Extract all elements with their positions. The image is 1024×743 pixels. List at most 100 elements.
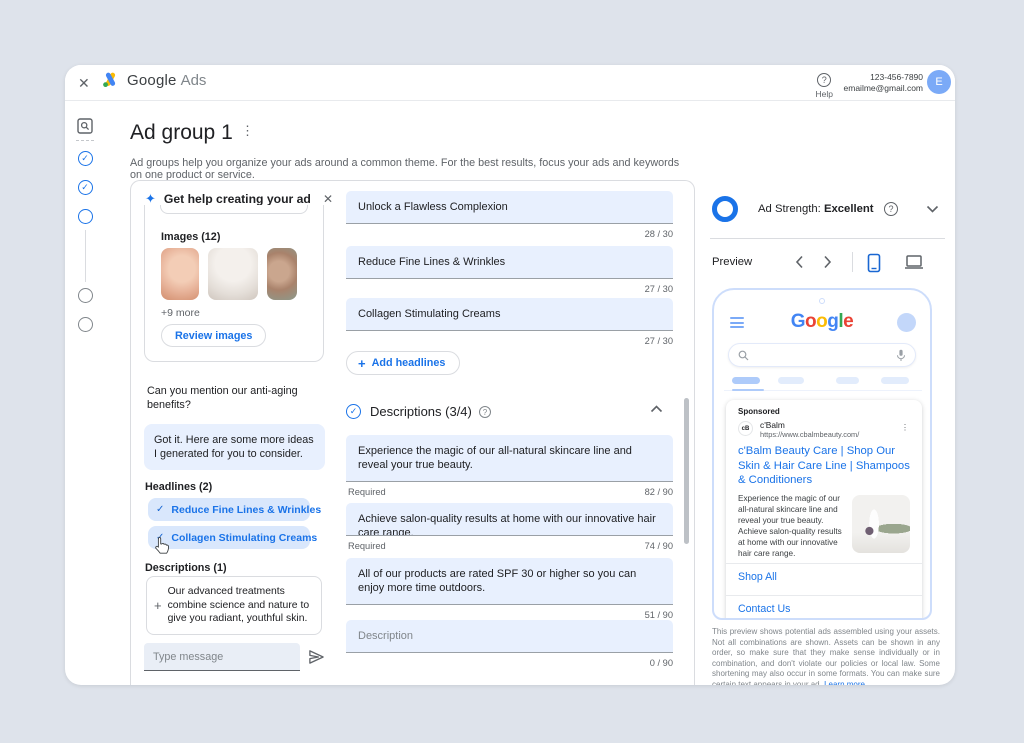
ad-kebab-icon[interactable]: ⋮ (901, 423, 910, 432)
help-label: Help (816, 89, 833, 99)
close-icon[interactable]: ✕ (78, 74, 90, 92)
headline-suggestion-chip[interactable]: ✓ Collagen Stimulating Creams (148, 526, 310, 549)
sitelink-shop-all[interactable]: Shop All (738, 564, 910, 589)
tab-pill (836, 377, 859, 384)
headline-input-3[interactable]: Collagen Stimulating Creams (346, 298, 673, 331)
phone-preview-mockup: Google Sponsored cB c'B (712, 288, 932, 620)
stepper-connector (85, 230, 86, 282)
page-title-kebab-icon[interactable]: ⋮ (241, 123, 255, 139)
panel-divider (710, 238, 945, 239)
brand-suffix: Ads (181, 72, 207, 89)
image-thumbnail[interactable] (208, 248, 258, 300)
ad-body-row: Experience the magic of our all-natural … (738, 493, 910, 557)
account-phone: 123-456-7890 (844, 72, 923, 83)
ad-form-column: Unlock a Flawless Complexion 28 / 30 Red… (346, 181, 676, 685)
search-icon (738, 350, 749, 361)
form-scrollbar[interactable] (684, 398, 689, 544)
preview-label: Preview (712, 256, 752, 268)
preview-next-chevron-icon[interactable] (823, 255, 832, 269)
preview-disclaimer: This preview shows potential ads assembl… (712, 627, 940, 685)
ad-strength-help-icon[interactable]: ? (884, 202, 898, 216)
description-input-1[interactable]: Experience the magic of our all-natural … (346, 435, 673, 482)
scrolled-card-fragment (160, 205, 308, 214)
user-chat-message: Can you mention our anti-aging benefits? (147, 384, 317, 412)
images-count-label: Images (12) (161, 231, 220, 243)
step-1-complete[interactable]: ✓ (73, 151, 97, 166)
headline-suggestion-chip[interactable]: ✓ Reduce Fine Lines & Wrinkles (148, 498, 310, 521)
account-email: emailme@gmail.com (844, 83, 923, 94)
image-thumbnail[interactable] (267, 248, 297, 300)
description-4-counter: 0 / 90 (346, 658, 673, 668)
step-5-todo[interactable] (73, 317, 97, 332)
stepper-dashed-divider (76, 140, 94, 141)
desktop-preview-icon[interactable] (904, 254, 924, 270)
more-images-label: +9 more (161, 307, 200, 319)
image-thumbnail[interactable] (161, 248, 199, 300)
tab-pill (881, 377, 909, 384)
advertiser-row: cB c'Balm https://www.cbalmbeauty.com/ ⋮ (738, 421, 910, 438)
plus-icon: + (154, 598, 162, 613)
page-title: Ad group 1 (130, 121, 233, 145)
mobile-preview-icon[interactable] (867, 253, 881, 273)
advertiser-name: c'Balm (760, 420, 785, 430)
headline-1-counter: 28 / 30 (346, 229, 673, 239)
preview-prev-chevron-icon[interactable] (795, 255, 804, 269)
description-3-counter: 51 / 90 (346, 610, 673, 620)
tab-pill (778, 377, 804, 384)
chat-input-row (144, 643, 330, 671)
microphone-icon (896, 349, 906, 362)
assistant-title: Get help creating your ad (164, 192, 323, 206)
google-ads-logo-icon (101, 71, 120, 89)
add-headlines-button[interactable]: + Add headlines (346, 351, 460, 375)
review-images-button[interactable]: Review images (161, 324, 266, 347)
sponsored-label: Sponsored (738, 407, 910, 416)
descriptions-help-icon[interactable]: ? (479, 406, 491, 418)
stepper-rail: ✓ ✓ (73, 101, 97, 332)
description-2-counter: 74 / 90 (346, 541, 673, 551)
collapse-chevron-up-icon[interactable] (650, 405, 663, 413)
step-2-complete[interactable]: ✓ (73, 180, 97, 195)
description-suggestion-chip[interactable]: + Our advanced treatments combine scienc… (146, 576, 322, 635)
advertiser-url: https://www.cbalmbeauty.com/ (760, 430, 859, 439)
ad-headline-link[interactable]: c'Balm Beauty Care | Shop Our Skin & Hai… (738, 444, 910, 488)
suggested-descriptions-label: Descriptions (1) (145, 562, 227, 574)
plus-icon: + (358, 356, 366, 371)
brand-name: Google (127, 72, 177, 89)
ad-strength-ring-icon (712, 196, 738, 222)
descriptions-section-header: ✓ Descriptions (3/4) ? (346, 403, 673, 423)
ai-assistant-panel: ✦ Get help creating your ad ✕ Images (12… (131, 181, 343, 685)
step-4-todo[interactable] (73, 288, 97, 303)
page-subtitle: Ad groups help you organize your ads aro… (130, 157, 690, 181)
descriptions-header-label: Descriptions (3/4) (370, 404, 472, 419)
assistant-close-icon[interactable]: ✕ (323, 192, 333, 206)
selected-tab-indicator (732, 389, 764, 391)
description-1-counter: 82 / 90 (346, 487, 673, 497)
preview-toolbar: Preview (712, 252, 944, 274)
description-input-2[interactable]: Achieve salon-quality results at home wi… (346, 503, 673, 536)
avatar[interactable]: E (927, 70, 951, 94)
sitelink-contact-us[interactable]: Contact Us (738, 596, 910, 621)
google-ads-window: ✕ Google Ads ? Help 123-456-7890 emailme… (65, 65, 955, 685)
learn-more-link[interactable]: Learn more (824, 680, 865, 685)
ad-strength-value: Excellent (824, 203, 874, 215)
send-icon[interactable] (308, 649, 325, 665)
help-button[interactable]: ? Help (816, 70, 833, 99)
ad-strength-label: Ad Strength: Excellent (758, 203, 874, 215)
headline-input-1[interactable]: Unlock a Flawless Complexion (346, 191, 673, 224)
review-search-icon[interactable] (73, 118, 97, 134)
advertiser-favicon: cB (738, 421, 753, 436)
section-complete-icon: ✓ (346, 404, 361, 419)
headline-2-counter: 27 / 30 (346, 284, 673, 294)
description-input-3[interactable]: All of our products are rated SPF 30 or … (346, 558, 673, 605)
step-3-current[interactable] (73, 209, 97, 224)
chat-message-input[interactable] (144, 643, 300, 671)
ad-description-text: Experience the magic of our all-natural … (738, 493, 850, 559)
description-input-4[interactable] (346, 620, 673, 653)
brand: Google Ads (101, 71, 206, 89)
headline-input-2[interactable]: Reduce Fine Lines & Wrinkles (346, 246, 673, 279)
images-suggestion-card: Images (12) +9 more Review images (144, 205, 324, 362)
ad-strength-chevron-down-icon[interactable] (926, 205, 939, 213)
tab-pill-selected (732, 377, 760, 384)
top-bar: ✕ Google Ads ? Help 123-456-7890 emailme… (65, 65, 955, 101)
ad-strength-row: Ad Strength: Excellent ? (712, 196, 942, 224)
